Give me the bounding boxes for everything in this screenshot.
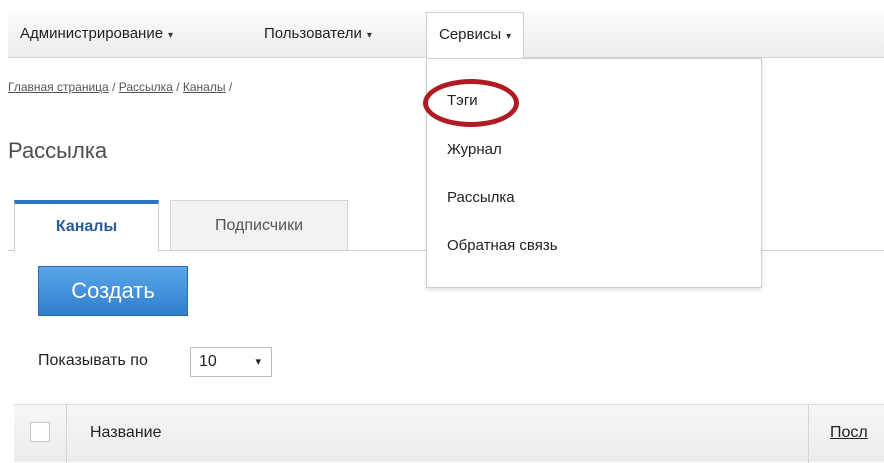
column-divider bbox=[66, 405, 67, 463]
chevron-down-icon: ▾ bbox=[366, 30, 372, 41]
table-header: Название Посл bbox=[14, 404, 884, 463]
menu-administration[interactable]: Администрирование ▾ bbox=[8, 12, 185, 58]
page-size-value: 10 bbox=[199, 353, 217, 370]
page-size-label: Показывать по bbox=[38, 352, 148, 369]
menu-item-label: Сервисы bbox=[439, 26, 502, 43]
menu-item-label: Администрирование bbox=[20, 25, 164, 42]
create-button[interactable]: Создать bbox=[38, 266, 188, 316]
breadcrumb-link-channels[interactable]: Каналы bbox=[183, 80, 226, 94]
breadcrumb-separator: / bbox=[228, 80, 233, 94]
page-title: Рассылка bbox=[8, 138, 108, 163]
tab-channels[interactable]: Каналы bbox=[14, 200, 159, 252]
menu-item-label: Пользователи bbox=[264, 25, 362, 42]
column-header-last[interactable]: Посл bbox=[830, 424, 868, 442]
breadcrumb-separator: / bbox=[112, 80, 116, 94]
column-header-name[interactable]: Название bbox=[90, 424, 162, 442]
dropdown-item-feedback[interactable]: Обратная связь bbox=[447, 237, 558, 254]
highlight-annotation bbox=[423, 79, 519, 127]
chevron-down-icon: ▾ bbox=[168, 30, 174, 41]
dropdown-item-mailing[interactable]: Рассылка bbox=[447, 189, 515, 206]
dropdown-item-journal[interactable]: Журнал bbox=[447, 141, 502, 158]
breadcrumb-link-mailing[interactable]: Рассылка bbox=[119, 80, 173, 94]
chevron-down-icon: ▾ bbox=[506, 31, 512, 42]
page-size-select[interactable]: 10 ▾ bbox=[190, 347, 272, 377]
select-all-checkbox[interactable] bbox=[30, 422, 50, 442]
column-divider bbox=[808, 405, 809, 463]
menu-users[interactable]: Пользователи ▾ bbox=[252, 12, 384, 58]
chevron-down-icon: ▾ bbox=[255, 356, 261, 368]
menu-services[interactable]: Сервисы ▾ bbox=[426, 12, 525, 60]
breadcrumb: Главная страница / Рассылка / Каналы / bbox=[8, 80, 232, 94]
tab-subscribers[interactable]: Подписчики bbox=[170, 200, 348, 250]
main-menu: Администрирование ▾ Пользователи ▾ Сервисы… bbox=[8, 12, 884, 60]
breadcrumb-link-home[interactable]: Главная страница bbox=[8, 80, 109, 94]
breadcrumb-separator: / bbox=[176, 80, 180, 94]
top-bar: Администрирование ▾ Пользователи ▾ Сервисы… bbox=[0, 0, 884, 60]
